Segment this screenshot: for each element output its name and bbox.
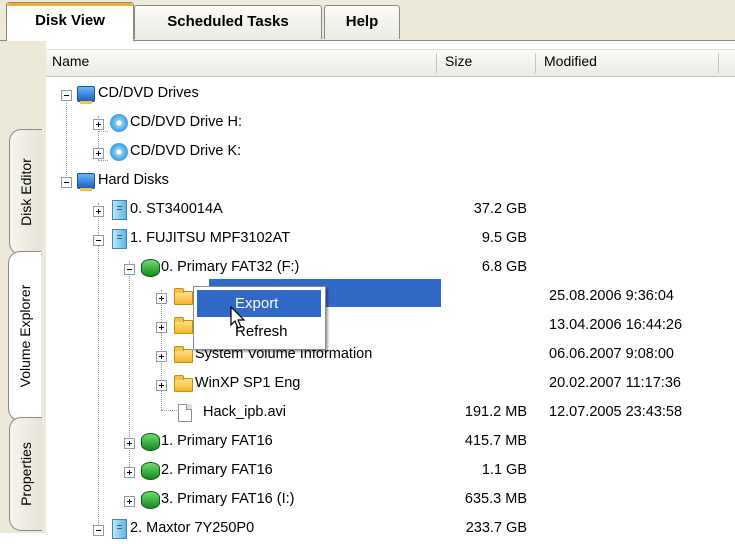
row-label: 3. Primary FAT16 (I:) (161, 491, 295, 507)
tree-row[interactable]: Hard Disks (46, 167, 735, 196)
tab-help[interactable]: Help (324, 5, 400, 39)
tree-row[interactable]: Hack_ipb.avi 191.2 MB 12.07.2005 23:43:5… (46, 399, 735, 428)
row-label: WinXP SP1 Eng (195, 375, 301, 391)
row-size: 191.2 MB (464, 404, 527, 420)
row-size: 1.1 GB (481, 462, 527, 478)
row-size: 9.5 GB (481, 230, 527, 246)
side-tab-label: Disk Editor (18, 158, 34, 226)
row-size: 233.7 GB (465, 520, 527, 536)
expand-toggle[interactable] (156, 322, 167, 333)
row-label: Hack_ipb.avi (203, 404, 287, 420)
row-size: 37.2 GB (473, 201, 527, 217)
hard-disk-icon (112, 200, 127, 220)
folder-icon (174, 317, 193, 334)
tree-row[interactable]: WinXP SP1 Eng 20.02.2007 11:17:36 (46, 370, 735, 399)
expand-toggle[interactable] (156, 293, 167, 304)
column-name[interactable]: Name (52, 53, 89, 69)
expand-toggle[interactable] (93, 148, 104, 159)
row-modified: 06.06.2007 9:08:00 (549, 346, 674, 362)
side-tab-strip: Disk Editor Volume Explorer Properties (0, 41, 47, 533)
tree-row[interactable]: CD/DVD Drives (46, 80, 735, 109)
expand-toggle[interactable] (93, 119, 104, 130)
menu-item-export[interactable]: Export (197, 290, 321, 317)
tree-row[interactable]: CD/DVD Drive H: (46, 109, 735, 138)
app-window: Disk View Scheduled Tasks Help Disk Edit… (0, 0, 735, 539)
expand-toggle[interactable] (156, 351, 167, 362)
row-modified: 12.07.2005 23:43:58 (549, 404, 683, 420)
partition-icon (141, 462, 160, 480)
hard-disk-icon (112, 229, 127, 249)
column-size[interactable]: Size (445, 53, 472, 69)
partition-icon (141, 433, 160, 451)
tree-row[interactable]: 3. Primary FAT16 (I:) 635.3 MB (46, 486, 735, 515)
computer-icon (77, 173, 95, 191)
context-menu: Export Refresh (193, 286, 326, 350)
expand-toggle[interactable] (124, 467, 135, 478)
tree-row[interactable]: 2. Maxtor 7Y250P0 233.7 GB (46, 515, 735, 544)
computer-icon (77, 86, 95, 104)
side-tab-properties[interactable]: Properties (9, 417, 42, 531)
side-tab-label: Properties (18, 442, 34, 506)
row-label: Hard Disks (98, 172, 169, 188)
row-label: 0. ST340014A (130, 201, 223, 217)
collapse-toggle[interactable] (93, 235, 104, 246)
tree-row[interactable]: 0. ST340014A 37.2 GB (46, 196, 735, 225)
collapse-toggle[interactable] (61, 177, 72, 188)
expand-toggle[interactable] (124, 496, 135, 507)
tree-row[interactable]: 2. Primary FAT16 1.1 GB (46, 457, 735, 486)
column-modified[interactable]: Modified (544, 53, 597, 69)
side-tab-disk-editor[interactable]: Disk Editor (9, 129, 42, 255)
row-modified: 20.02.2007 11:17:36 (549, 375, 681, 391)
tree-row[interactable]: 1. FUJITSU MPF3102AT 9.5 GB (46, 225, 735, 254)
menu-item-refresh[interactable]: Refresh (197, 318, 321, 345)
cd-drive-icon (110, 143, 128, 161)
tree-row[interactable]: 0. Primary FAT32 (F:) 6.8 GB (46, 254, 735, 283)
row-modified: 25.08.2006 9:36:04 (549, 288, 674, 304)
tree-row[interactable]: 13.04.2006 16:44:26 (46, 312, 735, 341)
expand-toggle[interactable] (124, 438, 135, 449)
folder-icon (174, 375, 193, 392)
collapse-toggle[interactable] (124, 264, 135, 275)
row-label: CD/DVD Drive H: (130, 114, 242, 130)
side-tab-label: Volume Explorer (17, 284, 33, 388)
tree-row-selected[interactable]: 25.08.2006 9:36:04 (46, 283, 735, 312)
mouse-cursor-icon (230, 306, 246, 329)
folder-icon (174, 346, 193, 363)
row-size: 635.3 MB (464, 491, 527, 507)
tree-row[interactable]: System Volume Information 06.06.2007 9:0… (46, 341, 735, 370)
cd-drive-icon (110, 114, 128, 132)
row-label: 2. Maxtor 7Y250P0 (130, 520, 255, 536)
tab-scheduled-tasks[interactable]: Scheduled Tasks (134, 5, 322, 39)
row-label: 2. Primary FAT16 (161, 462, 273, 478)
row-label: 1. FUJITSU MPF3102AT (130, 230, 291, 246)
tree-row[interactable]: 1. Primary FAT16 415.7 MB (46, 428, 735, 457)
row-size: 6.8 GB (481, 259, 527, 275)
partition-icon (141, 259, 160, 277)
row-label: CD/DVD Drives (98, 85, 199, 101)
row-modified: 13.04.2006 16:44:26 (549, 317, 683, 333)
expand-toggle[interactable] (93, 206, 104, 217)
row-label: 1. Primary FAT16 (161, 433, 273, 449)
collapse-toggle[interactable] (93, 525, 104, 536)
folder-icon (174, 288, 193, 305)
row-size: 415.7 MB (464, 433, 527, 449)
hard-disk-icon (112, 519, 127, 539)
side-tab-volume-explorer[interactable]: Volume Explorer (8, 251, 41, 421)
tab-disk-view[interactable]: Disk View (6, 2, 134, 41)
tree-row[interactable]: CD/DVD Drive K: (46, 138, 735, 167)
tab-strip: Disk View Scheduled Tasks Help (0, 0, 735, 41)
expand-toggle[interactable] (156, 380, 167, 391)
tree-panel[interactable]: Name Size Modified CD/DVD Drives CD/DVD … (46, 41, 735, 539)
collapse-toggle[interactable] (61, 90, 72, 101)
row-label: CD/DVD Drive K: (130, 143, 242, 159)
file-icon (178, 404, 192, 422)
row-label: 0. Primary FAT32 (F:) (161, 259, 300, 275)
column-header: Name Size Modified (46, 49, 735, 77)
partition-icon (141, 491, 160, 509)
